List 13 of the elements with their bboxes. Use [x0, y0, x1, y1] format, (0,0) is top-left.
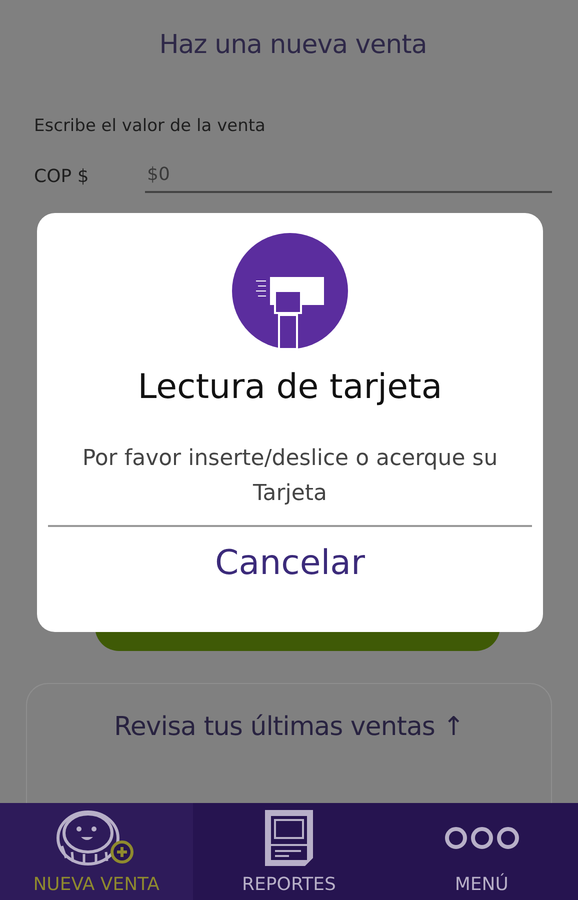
recent-sales-link[interactable]: Revisa tus últimas ventas ↑ [114, 712, 464, 746]
page-title: Haz una nueva venta [158, 30, 428, 60]
amount-field[interactable]: $0 [145, 164, 552, 193]
currency-label: COP $ [34, 166, 90, 189]
recent-sales-card[interactable]: Revisa tus últimas ventas ↑ [26, 683, 552, 803]
nav-tab[interactable]: MENÚ [385, 803, 578, 900]
cancel-button[interactable]: Cancelar [185, 533, 395, 593]
dialog-title: Lectura de tarjeta [138, 367, 442, 407]
dialog-message: Por favor inserte/deslice o acerque su Tarjeta [81, 445, 499, 508]
nav-tab[interactable]: REPORTES [192, 803, 386, 900]
card-reader-icon [232, 233, 348, 349]
nav-tab[interactable]: NUEVA VENTA [0, 803, 193, 900]
amount-label: Escribe el valor de la venta [34, 116, 266, 136]
